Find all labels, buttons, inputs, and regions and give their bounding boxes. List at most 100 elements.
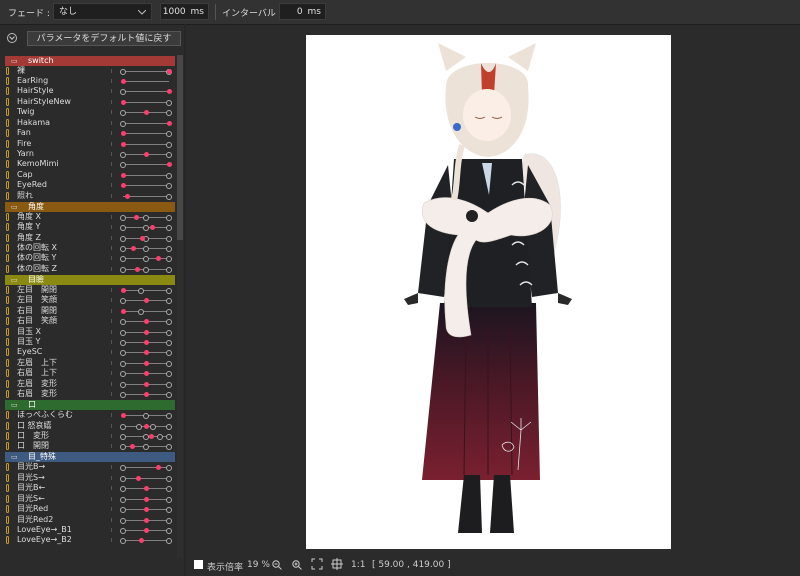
keyform-point[interactable]	[120, 152, 126, 158]
parameter-slider[interactable]	[120, 329, 172, 336]
keyform-point[interactable]	[166, 329, 172, 336]
parameter-slider[interactable]	[120, 381, 172, 388]
parameter-row[interactable]: 角度 Z	[5, 233, 175, 243]
parameter-row[interactable]: KemoMimi	[5, 159, 175, 169]
slider-handle[interactable]	[143, 110, 149, 116]
parameter-slider[interactable]	[120, 444, 172, 451]
keyform-point[interactable]	[166, 141, 172, 148]
parameter-row[interactable]: ほっぺふくらむ	[5, 410, 175, 420]
keyform-point[interactable]	[156, 434, 163, 440]
keyform-point[interactable]	[120, 423, 126, 430]
keyform-point[interactable]	[143, 266, 149, 273]
slider-handle[interactable]	[166, 120, 172, 126]
interval-input[interactable]: 0 ms	[279, 3, 326, 20]
keyform-point[interactable]	[166, 214, 172, 221]
slider-handle[interactable]	[143, 486, 149, 492]
keyform-point[interactable]	[166, 475, 172, 482]
parameter-slider[interactable]	[120, 496, 172, 503]
parameter-slider[interactable]	[120, 340, 172, 346]
keyform-point[interactable]	[120, 381, 126, 388]
keyform-point[interactable]	[166, 423, 172, 430]
keyform-point[interactable]	[120, 496, 126, 503]
parameter-row[interactable]: Fan	[5, 128, 175, 138]
slider-handle[interactable]	[135, 266, 141, 272]
group-header[interactable]: ▭ 角度	[5, 201, 175, 212]
keyform-point[interactable]	[120, 89, 126, 96]
keyform-point[interactable]	[166, 340, 172, 346]
zoom-in-icon[interactable]	[292, 560, 302, 570]
parameter-row[interactable]: Twig	[5, 107, 175, 117]
keyform-point[interactable]	[166, 434, 172, 440]
slider-handle[interactable]	[120, 131, 126, 137]
parameter-slider[interactable]	[120, 172, 172, 179]
parameter-slider[interactable]	[120, 287, 172, 294]
keyform-point[interactable]	[166, 319, 172, 326]
keyform-point[interactable]	[120, 266, 126, 273]
keyform-point[interactable]	[120, 298, 126, 305]
keyform-point[interactable]	[120, 340, 126, 346]
parameter-row[interactable]: HairStyleNew	[5, 97, 175, 107]
parameter-row[interactable]: 体の回転 Z	[5, 264, 175, 274]
slider-handle[interactable]	[130, 246, 136, 251]
slider-handle[interactable]	[143, 381, 149, 387]
duration-input[interactable]: 1000 ms	[160, 3, 209, 20]
slider-handle[interactable]	[120, 172, 126, 178]
parameter-row[interactable]: 目光Red	[5, 504, 175, 514]
keyform-point[interactable]	[166, 538, 172, 545]
slider-handle[interactable]	[143, 329, 149, 335]
slider-handle[interactable]	[149, 434, 155, 439]
keyform-point[interactable]	[166, 360, 172, 367]
parameter-slider[interactable]	[120, 225, 172, 232]
slider-handle[interactable]	[143, 423, 149, 429]
slider-handle[interactable]	[120, 78, 126, 84]
parameter-slider[interactable]	[120, 266, 172, 273]
parameter-row[interactable]: 目光Red2	[5, 515, 175, 525]
parameter-slider[interactable]	[120, 152, 172, 158]
scrollbar[interactable]	[177, 55, 183, 558]
parameter-row[interactable]: EyeSC	[5, 347, 175, 357]
parameter-row[interactable]: 体の回転 X	[5, 243, 175, 253]
parameter-slider[interactable]	[120, 507, 172, 514]
keyform-point[interactable]	[143, 256, 149, 263]
keyform-point[interactable]	[120, 507, 126, 514]
parameter-slider[interactable]	[120, 141, 172, 148]
parameter-slider[interactable]	[120, 99, 172, 106]
keyform-point[interactable]	[143, 246, 149, 252]
keyform-point[interactable]	[120, 528, 126, 534]
parameter-row[interactable]: 裸	[5, 66, 175, 76]
group-header[interactable]: ▭ 目瞼	[5, 274, 175, 285]
keyform-point[interactable]	[120, 392, 126, 399]
keyform-point[interactable]	[166, 193, 172, 200]
parameter-row[interactable]: Hakama	[5, 118, 175, 128]
parameter-slider[interactable]	[120, 78, 169, 84]
keyform-point[interactable]	[138, 287, 145, 294]
keyform-point[interactable]	[120, 120, 126, 127]
keyform-point[interactable]	[166, 298, 172, 305]
keyform-point[interactable]	[166, 110, 172, 117]
parameter-slider[interactable]	[120, 413, 172, 420]
reset-parameters-button[interactable]: パラメータをデフォルト値に戻す	[27, 31, 181, 46]
parameter-row[interactable]: 口 怒哀嬉	[5, 421, 175, 431]
parameter-row[interactable]: 目玉 X	[5, 327, 175, 337]
slider-handle[interactable]	[120, 308, 126, 314]
keyform-point[interactable]	[120, 486, 126, 493]
parameter-row[interactable]: 右目 開閉	[5, 306, 175, 316]
parameter-slider[interactable]	[120, 256, 172, 263]
parameter-slider[interactable]	[120, 486, 172, 493]
parameter-slider[interactable]	[123, 193, 172, 200]
keyform-point[interactable]	[166, 392, 172, 399]
fade-select[interactable]: なし	[53, 3, 152, 20]
parameter-slider[interactable]	[120, 528, 172, 534]
keyform-point[interactable]	[166, 131, 172, 138]
slider-handle[interactable]	[129, 444, 135, 450]
keyform-point[interactable]	[166, 465, 172, 472]
parameter-slider[interactable]	[120, 465, 172, 472]
parameter-slider[interactable]	[120, 235, 172, 242]
keyform-point[interactable]	[166, 246, 172, 252]
parameter-slider[interactable]	[120, 475, 172, 482]
slider-handle[interactable]	[139, 235, 145, 241]
slider-handle[interactable]	[156, 465, 162, 471]
parameter-slider[interactable]	[120, 298, 172, 305]
parameter-slider[interactable]	[120, 120, 172, 127]
parameter-row[interactable]: LoveEye→_B1	[5, 525, 175, 535]
